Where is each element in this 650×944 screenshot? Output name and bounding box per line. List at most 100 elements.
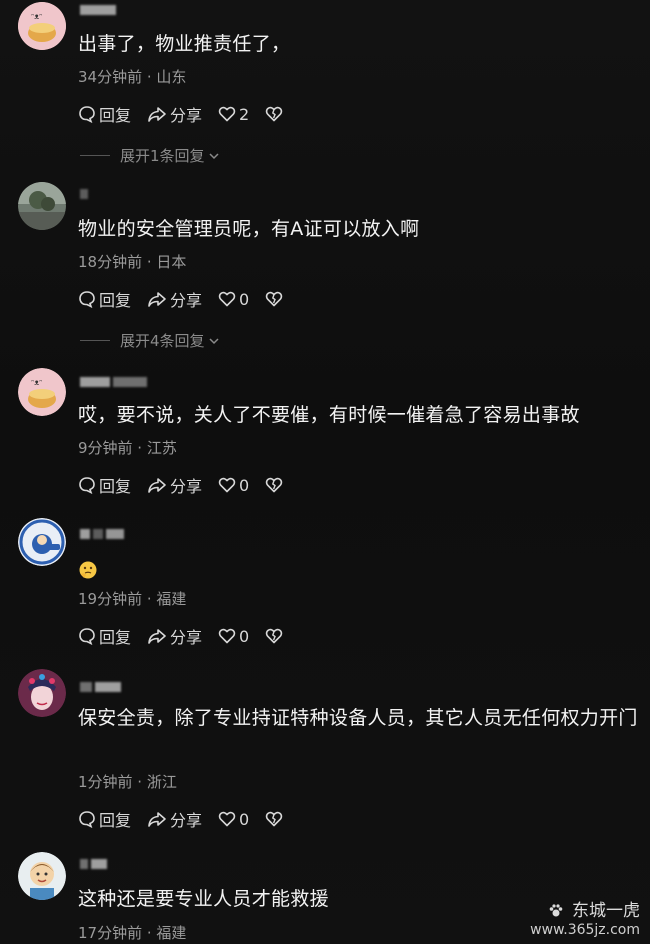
thinking-face-emoji <box>79 561 97 578</box>
reply-bubble-icon <box>79 811 95 828</box>
share-arrow-icon <box>148 629 166 644</box>
share-button[interactable]: 分享 <box>147 624 202 648</box>
watermark-url: www.365jz.com <box>530 922 640 938</box>
paw-logo-icon <box>549 904 562 917</box>
heart-icon <box>218 811 236 827</box>
avatar[interactable] <box>18 518 66 566</box>
comment-text: 保安全责，除了专业持证特种设备人员，其它人员无任何权力开门 <box>78 707 638 729</box>
comment-meta: 34分钟前 · 山东 <box>78 68 187 86</box>
like-count: 0 <box>239 809 250 829</box>
username-redacted[interactable] <box>80 376 147 388</box>
reply-button[interactable]: 回复 <box>78 287 131 311</box>
heart-icon <box>218 628 236 644</box>
share-button[interactable]: 分享 <box>147 102 202 126</box>
share-label: 分享 <box>170 811 203 830</box>
expand-replies-label: 展开4条回复 <box>120 332 205 350</box>
reply-button[interactable]: 回复 <box>78 807 131 831</box>
broken-heart-icon <box>265 106 283 122</box>
comment-list-page: ᵔᴥᵔ 出事了，物业推责任了， 34分钟前 · 山东 回复 分享 2 展开1条回… <box>0 0 650 944</box>
like-count: 0 <box>239 626 250 646</box>
share-button[interactable]: 分享 <box>147 807 202 831</box>
dislike-button[interactable] <box>265 627 283 645</box>
like-button[interactable]: 0 <box>218 290 249 309</box>
like-button[interactable]: 0 <box>218 810 249 829</box>
like-button[interactable]: 0 <box>218 627 249 646</box>
comment-meta: 19分钟前 · 福建 <box>78 590 187 608</box>
share-label: 分享 <box>170 291 203 310</box>
chevron-down-icon <box>209 337 219 344</box>
reply-bubble-icon <box>79 477 95 494</box>
dislike-button[interactable] <box>265 476 283 494</box>
username-redacted[interactable] <box>80 188 88 200</box>
comment-meta: 18分钟前 · 日本 <box>78 253 187 271</box>
expand-replies-label: 展开1条回复 <box>120 147 205 165</box>
watermark: 东城一虎 www.365jz.com <box>530 902 640 940</box>
avatar[interactable] <box>18 182 66 230</box>
expand-replies-button[interactable]: 展开4条回复 <box>80 330 220 351</box>
avatar[interactable]: ᵔᴥᵔ <box>18 368 66 416</box>
heart-icon <box>218 291 236 307</box>
reply-label: 回复 <box>99 106 132 125</box>
heart-icon <box>218 106 236 122</box>
reply-button[interactable]: 回复 <box>78 102 131 126</box>
like-button[interactable]: 2 <box>218 105 249 124</box>
share-button[interactable]: 分享 <box>147 287 202 311</box>
share-label: 分享 <box>170 628 203 647</box>
username-redacted[interactable] <box>80 4 116 16</box>
like-count: 0 <box>239 289 250 309</box>
username-redacted[interactable] <box>80 858 107 870</box>
comment-meta: 1分钟前 · 浙江 <box>78 773 177 791</box>
share-arrow-icon <box>148 292 166 307</box>
comment-actions: 回复 分享 0 <box>78 474 299 496</box>
broken-heart-icon <box>265 628 283 644</box>
divider-line <box>80 340 110 341</box>
avatar[interactable] <box>18 852 66 900</box>
comment-meta: 9分钟前 · 江苏 <box>78 439 177 457</box>
chevron-down-icon <box>209 152 219 159</box>
broken-heart-icon <box>265 811 283 827</box>
share-label: 分享 <box>170 106 203 125</box>
dislike-button[interactable] <box>265 290 283 308</box>
reply-bubble-icon <box>79 291 95 308</box>
heart-icon <box>218 477 236 493</box>
broken-heart-icon <box>265 477 283 493</box>
comment-actions: 回复 分享 2 <box>78 103 299 125</box>
like-button[interactable]: 0 <box>218 476 249 495</box>
dislike-button[interactable] <box>265 810 283 828</box>
share-arrow-icon <box>148 812 166 827</box>
reply-button[interactable]: 回复 <box>78 473 131 497</box>
reply-label: 回复 <box>99 477 132 496</box>
comment-actions: 回复 分享 0 <box>78 288 299 310</box>
reply-bubble-icon <box>79 628 95 645</box>
reply-bubble-icon <box>79 106 95 123</box>
reply-button[interactable]: 回复 <box>78 624 131 648</box>
comment-meta: 17分钟前 · 福建 <box>78 924 187 942</box>
like-count: 0 <box>239 475 250 495</box>
share-button[interactable]: 分享 <box>147 473 202 497</box>
username-redacted[interactable] <box>80 681 121 693</box>
share-label: 分享 <box>170 477 203 496</box>
comment-text: 物业的安全管理员呢，有A证可以放入啊 <box>78 218 420 240</box>
watermark-name: 东城一虎 <box>572 901 640 921</box>
reply-label: 回复 <box>99 628 132 647</box>
comment-actions: 回复 分享 0 <box>78 625 299 647</box>
comment-actions: 回复 分享 0 <box>78 808 299 830</box>
reply-label: 回复 <box>99 811 132 830</box>
share-arrow-icon <box>148 107 166 122</box>
expand-replies-button[interactable]: 展开1条回复 <box>80 145 220 166</box>
avatar[interactable] <box>18 669 66 717</box>
comment-text: 出事了，物业推责任了， <box>78 33 291 55</box>
comment-text <box>78 554 638 585</box>
like-count: 2 <box>239 104 250 124</box>
svg-text:ᵔᴥᵔ: ᵔᴥᵔ <box>31 378 42 387</box>
watermark-name-row: 东城一虎 <box>530 902 640 921</box>
reply-label: 回复 <box>99 291 132 310</box>
comment-text: 哎，要不说，关人了不要催，有时候一催着急了容易出事故 <box>78 404 580 426</box>
broken-heart-icon <box>265 291 283 307</box>
divider-line <box>80 155 110 156</box>
svg-text:ᵔᴥᵔ: ᵔᴥᵔ <box>31 12 42 21</box>
share-arrow-icon <box>148 478 166 493</box>
avatar[interactable]: ᵔᴥᵔ <box>18 2 66 50</box>
username-redacted[interactable] <box>80 528 124 540</box>
dislike-button[interactable] <box>265 105 283 123</box>
